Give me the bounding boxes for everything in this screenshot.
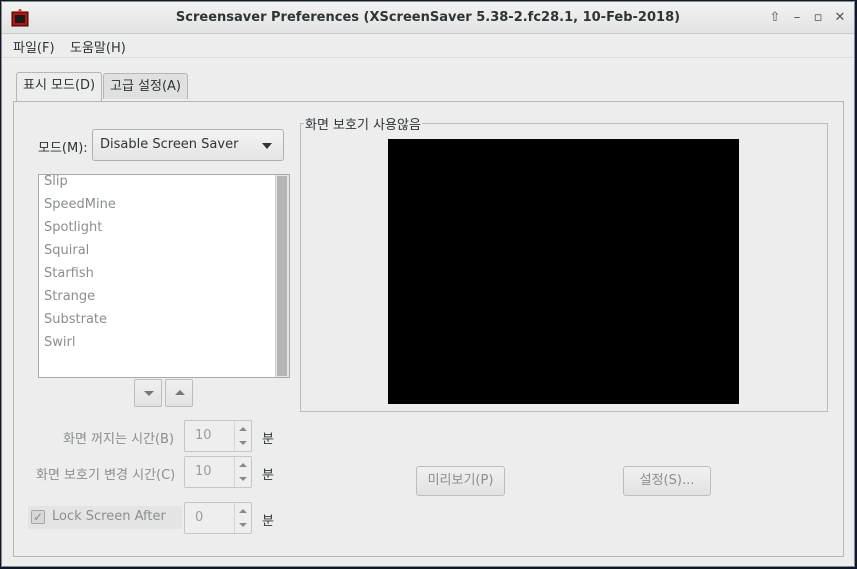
close-icon[interactable]: ✕ (830, 8, 850, 28)
arrow-down-icon (144, 391, 154, 396)
cycle-after-unit: 분 (262, 468, 274, 483)
preview-area (388, 139, 739, 404)
mode-label: 모드(M): (38, 141, 88, 156)
tab-display-modes[interactable]: 표시 모드(D) (16, 72, 103, 101)
lock-screen-label: Lock Screen After (52, 509, 166, 524)
mode-dropdown[interactable]: Disable Screen Saver (92, 129, 284, 161)
menu-help[interactable]: 도움말(H) (70, 37, 126, 56)
minimize-icon[interactable]: – (787, 8, 807, 28)
preview-frame-title: 화면 보호기 사용않음 (304, 114, 422, 133)
dropdown-arrow-icon (262, 143, 272, 149)
blank-after-label: 화면 꺼지는 시간(B) (63, 432, 175, 447)
screensaver-list[interactable]: Slip SpeedMine Spotlight Squiral Starfis… (38, 174, 290, 378)
cycle-after-spinner[interactable]: 10 (184, 456, 252, 488)
settings-button[interactable]: 설정(S)... (623, 466, 711, 496)
menu-bar: 파일(F) 도움말(H) (2, 33, 854, 58)
lock-after-value[interactable]: 0 (195, 510, 203, 525)
maximize-up-icon[interactable]: ⇧ (765, 8, 785, 28)
menu-file[interactable]: 파일(F) (13, 37, 55, 56)
lock-screen-checkbox[interactable]: ✓ (31, 510, 45, 524)
spinner-buttons[interactable] (234, 503, 251, 533)
blank-after-spinner[interactable]: 10 (184, 420, 252, 452)
list-item[interactable]: Slip (44, 175, 68, 189)
lock-after-spinner[interactable]: 0 (184, 502, 252, 534)
list-item[interactable]: SpeedMine (44, 197, 116, 212)
spinner-buttons[interactable] (234, 421, 251, 451)
spin-up-icon[interactable] (239, 427, 247, 431)
spinner-buttons[interactable] (234, 457, 251, 487)
arrow-up-icon (175, 390, 185, 395)
mode-dropdown-value: Disable Screen Saver (100, 137, 239, 152)
blank-after-value[interactable]: 10 (195, 428, 212, 443)
list-scrollbar[interactable] (275, 175, 289, 377)
spin-up-icon[interactable] (239, 509, 247, 513)
spin-down-icon[interactable] (239, 477, 247, 481)
list-item[interactable]: Squiral (44, 243, 89, 258)
lock-screen-checkbox-row[interactable]: ✓ Lock Screen After (28, 506, 182, 529)
tab-advanced[interactable]: 고급 설정(A) (103, 73, 189, 99)
lock-after-unit: 분 (262, 514, 274, 529)
list-item[interactable]: Swirl (44, 335, 75, 350)
preview-button[interactable]: 미리보기(P) (416, 466, 505, 496)
next-item-button[interactable] (134, 379, 162, 407)
title-bar[interactable]: Screensaver Preferences (XScreenSaver 5.… (2, 2, 854, 34)
restore-icon[interactable]: ▫ (808, 8, 828, 28)
cycle-after-label: 화면 보호기 변경 시간(C) (36, 468, 176, 483)
list-item[interactable]: Starfish (44, 266, 94, 281)
window-title: Screensaver Preferences (XScreenSaver 5.… (175, 10, 681, 25)
cycle-after-value[interactable]: 10 (195, 464, 212, 479)
previous-item-button[interactable] (165, 379, 193, 407)
list-item[interactable]: Substrate (44, 312, 107, 327)
spin-up-icon[interactable] (239, 463, 247, 467)
blank-after-unit: 분 (262, 432, 274, 447)
list-item[interactable]: Strange (44, 289, 95, 304)
scrollbar-thumb[interactable] (277, 176, 287, 376)
spin-down-icon[interactable] (239, 523, 247, 527)
list-item[interactable]: Spotlight (44, 220, 102, 235)
spin-down-icon[interactable] (239, 441, 247, 445)
